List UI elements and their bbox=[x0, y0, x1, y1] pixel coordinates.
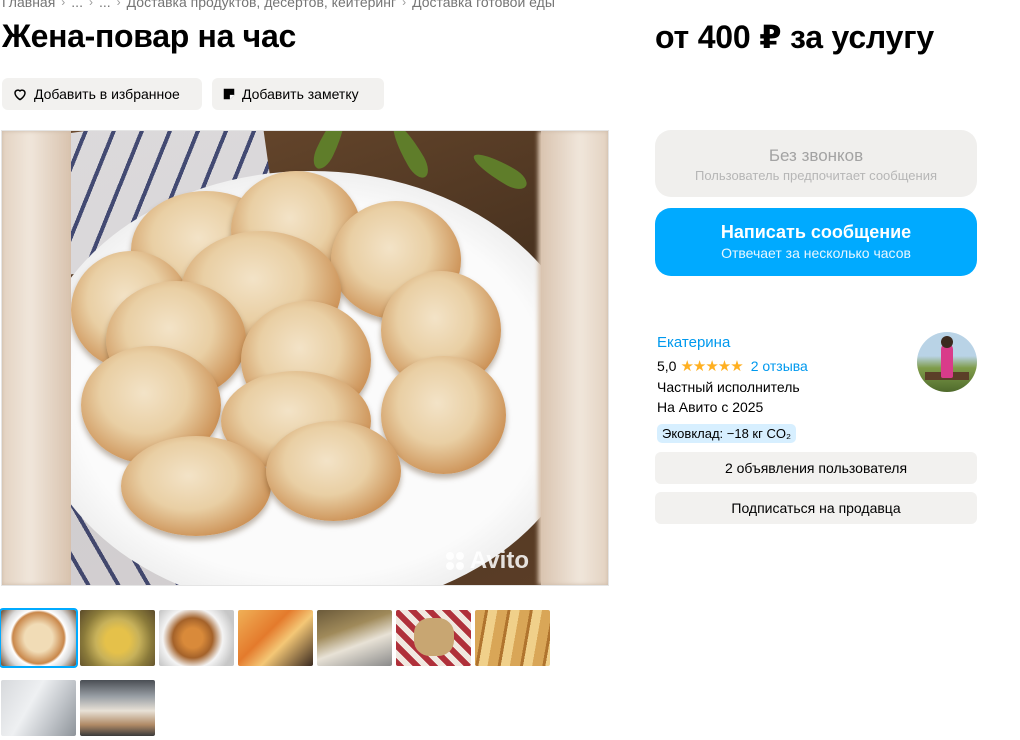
add-to-favorites-label: Добавить в избранное bbox=[34, 86, 180, 102]
breadcrumb-item[interactable]: ... bbox=[99, 0, 111, 10]
thumbnail-3[interactable] bbox=[159, 610, 234, 666]
add-to-favorites-button[interactable]: Добавить в избранное bbox=[2, 78, 202, 110]
rating-value: 5,0 bbox=[657, 358, 677, 374]
write-message-button[interactable]: Написать сообщение Отвечает за несколько… bbox=[655, 208, 977, 276]
chevron-right-icon: › bbox=[61, 0, 66, 9]
food-photo: Avito bbox=[71, 131, 541, 585]
thumbnail-9[interactable] bbox=[80, 680, 155, 736]
thumbnail-5[interactable] bbox=[317, 610, 392, 666]
no-calls-title: Без звонков bbox=[768, 146, 864, 165]
leaf-decor bbox=[309, 131, 351, 172]
avatar[interactable] bbox=[917, 332, 977, 392]
eco-contribution-badge[interactable]: Эковклад: −18 кг CO₂ bbox=[657, 424, 797, 443]
breadcrumb-item[interactable]: ... bbox=[71, 0, 83, 10]
thumbnail-1[interactable] bbox=[0, 608, 78, 668]
write-message-label: Написать сообщение bbox=[720, 222, 912, 242]
leaf-decor bbox=[469, 148, 531, 194]
breadcrumb: Главная › ... › ... › Доставка продуктов… bbox=[2, 0, 555, 10]
seller-since: На Авито с 2025 bbox=[657, 399, 764, 415]
breadcrumb-item-subcategory[interactable]: Доставка готовой еды bbox=[412, 0, 555, 10]
thumbnail-4[interactable] bbox=[238, 610, 313, 666]
subscribe-seller-button[interactable]: Подписаться на продавца bbox=[655, 492, 977, 524]
thumbnail-2[interactable] bbox=[80, 610, 155, 666]
photo-blur-right bbox=[538, 131, 608, 585]
avatar-head bbox=[941, 336, 953, 348]
cutlet bbox=[121, 436, 271, 536]
heart-icon bbox=[12, 86, 28, 102]
price: от 400 ₽ за услугу bbox=[655, 19, 934, 55]
response-time-label: Отвечает за несколько часов bbox=[721, 245, 911, 261]
no-calls-block: Без звонков Пользователь предпочитает со… bbox=[655, 130, 977, 197]
chevron-right-icon: › bbox=[116, 0, 121, 9]
add-note-button[interactable]: Добавить заметку bbox=[212, 78, 384, 110]
reviews-link[interactable]: 2 отзыва bbox=[751, 358, 808, 374]
thumbnail-8[interactable] bbox=[1, 680, 76, 736]
main-photo[interactable]: Avito bbox=[1, 130, 609, 586]
cake-shape bbox=[414, 618, 454, 656]
chevron-right-icon: › bbox=[88, 0, 93, 9]
star-rating-icon: ★★★★★ bbox=[680, 358, 743, 375]
photo-blur-left bbox=[2, 131, 72, 585]
thumbnail-7[interactable] bbox=[475, 610, 550, 666]
thumbnail-6[interactable] bbox=[396, 610, 471, 666]
breadcrumb-item-category[interactable]: Доставка продуктов, десертов, кейтеринг bbox=[127, 0, 396, 10]
breadcrumb-item-home[interactable]: Главная bbox=[2, 0, 55, 10]
avatar-person bbox=[941, 344, 953, 378]
user-ads-button[interactable]: 2 объявления пользователя bbox=[655, 452, 977, 484]
note-icon bbox=[222, 87, 236, 101]
avito-logo-icon bbox=[445, 552, 466, 570]
chevron-right-icon: › bbox=[402, 0, 407, 9]
cutlet bbox=[266, 421, 401, 521]
no-calls-subtitle: Пользователь предпочитает сообщения bbox=[694, 168, 937, 183]
watermark-text: Avito bbox=[469, 547, 529, 574]
avito-watermark: Avito bbox=[445, 547, 529, 575]
add-note-label: Добавить заметку bbox=[242, 86, 359, 102]
cutlet bbox=[381, 356, 506, 474]
leaf-decor bbox=[387, 131, 433, 182]
page-title: Жена-повар на час bbox=[2, 18, 296, 54]
